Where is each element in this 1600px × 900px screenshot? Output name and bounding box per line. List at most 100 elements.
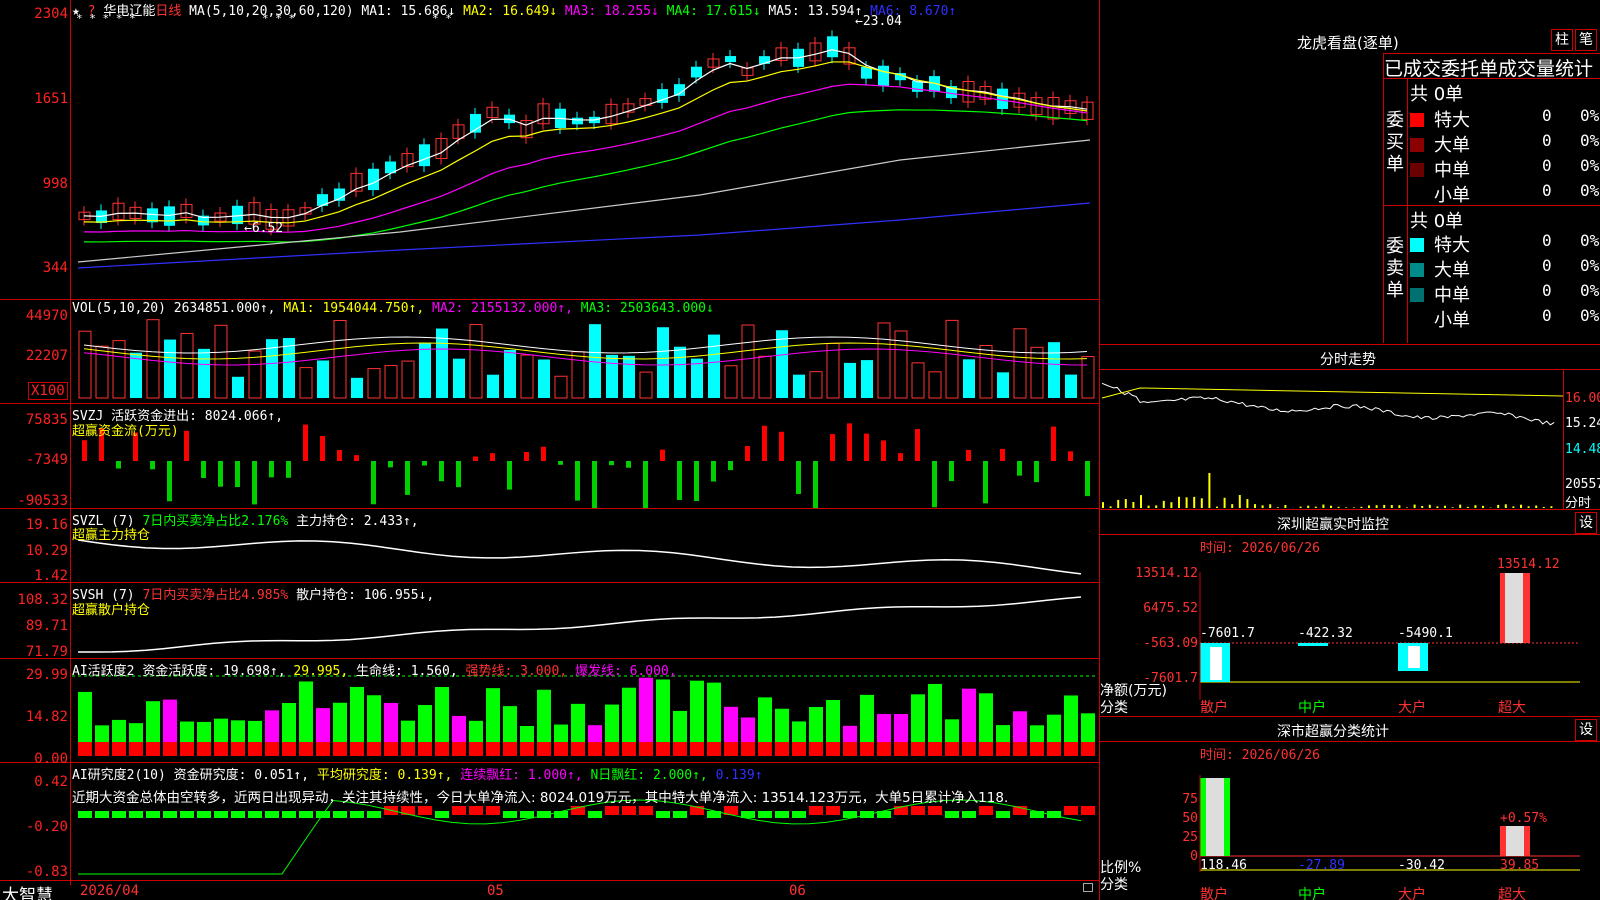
sep-price	[0, 299, 1100, 300]
activity-base	[809, 742, 823, 756]
dragon-vsep	[1383, 53, 1384, 343]
brand-logo[interactable]: 大智慧	[2, 881, 53, 900]
intraday-vol-bar	[1542, 506, 1545, 508]
sep-ai1	[0, 762, 1100, 763]
intraday-vol-bar	[1238, 494, 1241, 508]
ai2-axis-3: -0.83	[25, 864, 68, 880]
activity-base	[401, 742, 415, 756]
candle-down	[827, 36, 838, 58]
sz-axis-2: 6475.52	[1143, 601, 1198, 616]
class-value-3: 39.85	[1500, 858, 1540, 873]
intraday-vol-bar	[1314, 506, 1317, 508]
activity-base	[639, 742, 653, 756]
intraday-vol-bar	[1178, 496, 1180, 508]
monitor-bar-large	[1398, 643, 1428, 671]
ai2-axis-1: 0.42	[34, 774, 68, 790]
activity-base	[367, 742, 381, 756]
intraday-vol-bar	[1390, 505, 1393, 508]
color-swatch	[1410, 163, 1424, 177]
flow-bar	[1068, 451, 1073, 461]
activity-base	[1064, 742, 1078, 756]
class-axis-4: 0	[1190, 849, 1198, 864]
ai1-axis-3: 0.00	[34, 751, 68, 767]
ma-line	[83, 49, 1088, 219]
intraday-vol-bar	[1193, 496, 1196, 508]
star-marks-mid: * * *	[262, 12, 296, 25]
vol-unit-box[interactable]: X100	[28, 382, 68, 400]
category-label-2: 大户	[1398, 700, 1426, 716]
category-label-1: 中户	[1298, 887, 1326, 900]
sz-monitor-title: 深圳超赢实时监控	[1277, 517, 1389, 533]
vol-bar	[78, 330, 92, 399]
vol-bar	[504, 349, 516, 398]
flow-bar	[626, 461, 631, 468]
intraday-vol-bar	[1254, 504, 1256, 508]
intraday-vol-bar	[1223, 497, 1226, 508]
research-bar	[962, 811, 976, 818]
intraday-avg-line	[1101, 387, 1564, 399]
flow-bar	[796, 461, 801, 494]
lock-icon[interactable]	[1083, 883, 1093, 892]
order-row-1: 大单 0 0%	[1410, 256, 1600, 281]
flow-bar	[575, 461, 580, 501]
flow-bar	[864, 433, 869, 461]
candle-down	[997, 88, 1008, 110]
activity-base	[384, 742, 398, 756]
activity-base	[605, 742, 619, 756]
sz-monitor-time: 时间: 2026/06/26	[1200, 541, 1320, 556]
sz-class-title: 深市超赢分类统计	[1277, 724, 1389, 740]
vol-bar	[997, 372, 1009, 398]
sz-monitor-settings-button[interactable]: 设	[1575, 512, 1597, 534]
research-bar	[775, 811, 789, 818]
vol-bar	[724, 365, 738, 399]
flow-bar	[694, 461, 699, 502]
tick-mode-button[interactable]: 笔	[1575, 29, 1597, 51]
activity-base	[826, 742, 840, 756]
category-label-0: 散户	[1200, 887, 1228, 900]
research-bar	[350, 811, 364, 818]
vol-bar	[844, 362, 856, 398]
main-holding-line	[77, 539, 1082, 575]
research-bar	[95, 811, 109, 818]
intraday-vol-bar	[1261, 505, 1264, 508]
bar-mode-button[interactable]: 柱	[1551, 29, 1573, 51]
flow-bar	[711, 461, 716, 482]
vol-bar	[623, 355, 635, 398]
vol-bar	[776, 330, 788, 398]
sz-class-settings-button[interactable]: 设	[1575, 719, 1597, 741]
flow-bar	[932, 461, 937, 508]
sz-xlabel: 分类	[1100, 700, 1128, 716]
activity-base	[95, 742, 109, 756]
vol-bar	[401, 360, 415, 399]
activity-base	[877, 742, 891, 756]
activity-base	[724, 742, 738, 756]
vol-bar	[657, 327, 669, 398]
research-bar	[146, 811, 160, 818]
intraday-vol-bar	[1337, 506, 1340, 508]
vol-bar	[180, 332, 194, 399]
period-label[interactable]: 日线	[155, 4, 181, 19]
vol-bar	[861, 360, 873, 398]
ma5-line	[77, 139, 1091, 263]
flow-bar	[286, 461, 291, 478]
ma4-value: MA4: 17.615↓	[666, 4, 761, 19]
svsh-axis-1: 108.32	[17, 592, 68, 608]
research-bar	[605, 806, 619, 815]
intraday-vol-bar	[1307, 505, 1310, 508]
class-pct: +0.57%	[1500, 811, 1547, 826]
flow-bar	[371, 461, 376, 505]
vol-axis-2: 22207	[25, 348, 68, 364]
intraday-vol-bar	[1200, 498, 1203, 508]
svzj-axis-1: 75835	[25, 412, 68, 428]
intraday-vol-bar	[1155, 505, 1158, 508]
flow-bar	[235, 461, 240, 488]
activity-base	[163, 742, 177, 756]
flow-bar	[1051, 426, 1056, 461]
activity-base	[588, 742, 602, 756]
axis-separator	[70, 0, 71, 885]
fenshi-title: 分时走势	[1320, 352, 1376, 368]
research-bar	[673, 811, 687, 818]
ma2-value: MA2: 16.649↓	[463, 4, 558, 19]
vol-bar	[299, 367, 313, 399]
research-bar	[282, 811, 296, 818]
